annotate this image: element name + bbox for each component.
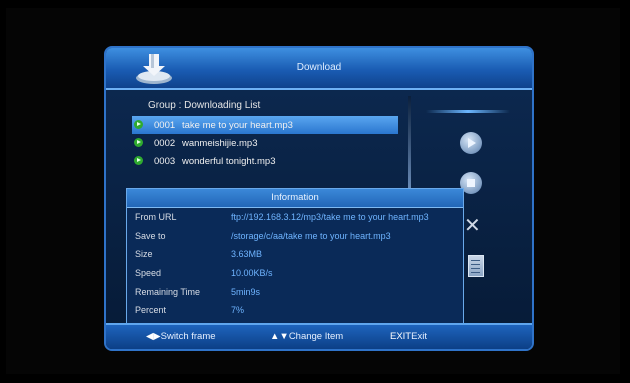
up-down-arrow-icon: ▲▼ xyxy=(270,331,289,342)
play-icon xyxy=(134,120,143,129)
exit-hint: EXITExit xyxy=(390,331,427,342)
info-value: 3.63MB xyxy=(231,249,263,260)
item-name: wonderful tonight.mp3 xyxy=(182,155,276,167)
info-label: Percent xyxy=(135,305,167,316)
list-item[interactable]: 0002 wanmeishijie.mp3 xyxy=(132,134,398,152)
info-row-remaining-time: Remaining Time 5min9s xyxy=(127,282,463,301)
list-item[interactable]: 0003 wonderful tonight.mp3 xyxy=(132,152,398,170)
info-label: Remaining Time xyxy=(135,286,201,297)
window-title: Download xyxy=(296,62,342,73)
download-list: 0001 take me to your heart.mp3 0002 wanm… xyxy=(132,116,398,170)
item-number: 0003 xyxy=(154,155,176,167)
group-label: Group : Downloading List xyxy=(148,100,261,111)
item-number: 0002 xyxy=(154,137,176,149)
item-number: 0001 xyxy=(154,119,176,131)
information-panel: Information From URL ftp://192.168.3.12/… xyxy=(126,188,464,329)
info-value: /storage/c/aa/take me to your heart.mp3 xyxy=(231,230,391,241)
list-item[interactable]: 0001 take me to your heart.mp3 xyxy=(132,116,398,134)
title-bar: Download xyxy=(106,48,532,90)
delete-icon[interactable]: ✕ xyxy=(464,216,481,236)
info-value: 7% xyxy=(231,305,245,316)
download-window: Download Group : Downloading List 0001 t… xyxy=(104,46,534,351)
item-name: take me to your heart.mp3 xyxy=(182,119,293,131)
info-row-from-url: From URL ftp://192.168.3.12/mp3/take me … xyxy=(127,208,463,227)
switch-frame-hint: ◀▶Switch frame xyxy=(146,331,216,342)
item-name: wanmeishijie.mp3 xyxy=(182,137,258,149)
info-value: 5min9s xyxy=(231,286,261,297)
play-icon xyxy=(134,156,143,165)
info-label: From URL xyxy=(135,212,177,223)
info-row-speed: Speed 10.00KB/s xyxy=(127,264,463,283)
exit-key: EXIT xyxy=(390,331,412,342)
panel-highlight xyxy=(426,110,510,113)
info-label: Save to xyxy=(135,230,166,241)
play-icon xyxy=(134,138,143,147)
info-row-save-to: Save to /storage/c/aa/take me to your he… xyxy=(127,227,463,246)
info-label: Speed xyxy=(135,268,162,279)
info-value: 10.00KB/s xyxy=(231,268,273,279)
change-item-hint: ▲▼Change Item xyxy=(270,331,343,342)
information-title: Information xyxy=(127,189,463,208)
switch-frame-label: Switch frame xyxy=(160,331,216,342)
info-row-percent: Percent 7% xyxy=(127,301,463,320)
play-button[interactable] xyxy=(460,132,482,154)
change-item-label: Change Item xyxy=(288,331,344,342)
edit-icon[interactable] xyxy=(468,255,484,277)
info-label: Size xyxy=(135,249,153,260)
info-row-size: Size 3.63MB xyxy=(127,245,463,264)
exit-label: Exit xyxy=(411,331,427,342)
info-value: ftp://192.168.3.12/mp3/take me to your h… xyxy=(231,212,429,223)
left-right-arrow-icon: ◀▶ xyxy=(146,331,161,342)
footer-bar: ◀▶Switch frame ▲▼Change Item EXITExit xyxy=(106,323,532,349)
